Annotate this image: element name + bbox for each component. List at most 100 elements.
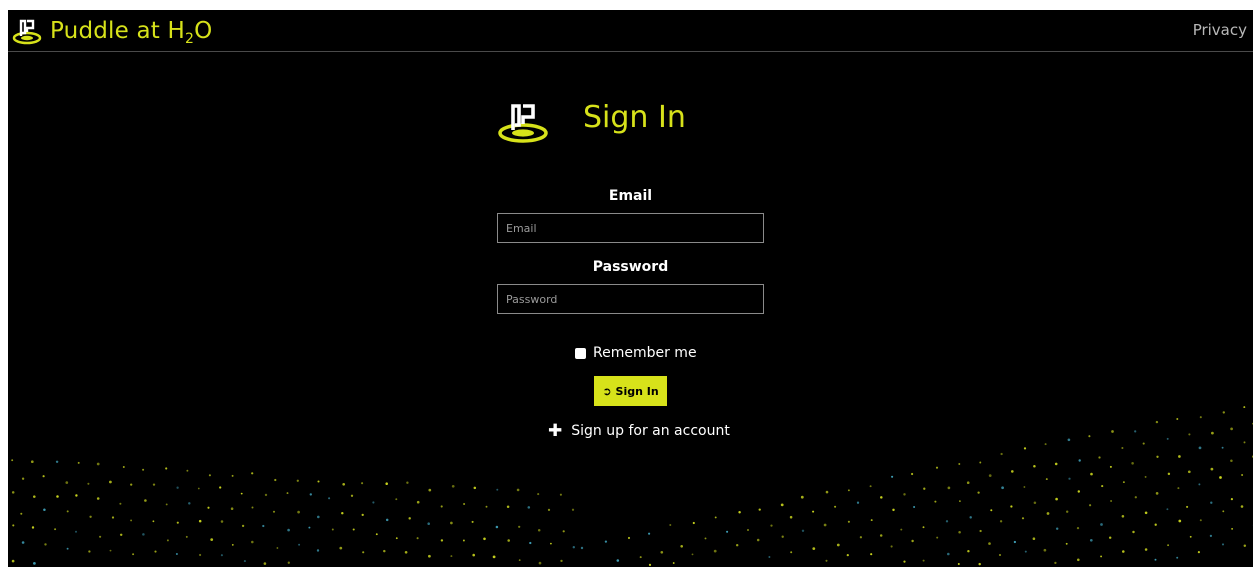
background-dot [109,549,112,552]
background-dot [472,553,475,557]
background-dot [331,528,334,531]
background-dot [20,512,23,515]
background-dot [1078,459,1081,462]
background-dot [1121,446,1124,450]
background-dot [175,552,178,556]
background-dot [801,529,805,533]
background-dot [812,547,816,550]
sign-in-button-label: Sign In [615,384,659,398]
background-dot [547,508,551,512]
background-dot [891,475,894,478]
background-dot [639,556,642,559]
background-dot [781,535,784,538]
background-dot [726,530,729,533]
background-dot [1178,519,1182,523]
background-dot [198,519,202,523]
background-dot [142,533,145,536]
background-dot [130,519,133,522]
background-dot [780,503,784,507]
background-dot [99,535,102,538]
background-dot [847,520,850,523]
background-dot [1209,534,1213,538]
background-dot [999,520,1003,523]
background-dot [1230,459,1233,462]
background-dot [1243,441,1246,444]
email-field[interactable] [497,213,764,243]
background-dot [1110,500,1113,502]
background-dot [230,507,234,510]
background-dot [572,546,575,549]
background-dot [251,472,254,475]
background-dot [735,543,739,547]
background-dot [1166,508,1169,511]
email-label: Email [608,188,653,204]
password-field[interactable] [497,284,764,314]
background-dot [660,550,664,554]
background-dot [361,513,364,517]
background-dot [11,559,15,563]
background-dot [21,477,25,480]
background-dot [75,530,77,533]
background-dot [1154,558,1157,561]
background-dot [251,540,254,544]
privacy-link[interactable]: Privacy [1193,21,1247,39]
background-dot [408,517,411,520]
background-dot [109,480,112,484]
background-dot [440,505,443,508]
background-dot [1187,470,1191,474]
background-dot [375,533,378,536]
sign-up-link[interactable]: ✚ Sign up for an account [548,421,730,441]
background-dot [372,501,375,504]
background-dot [846,553,849,557]
background-dot [1121,515,1125,518]
background-dot [385,482,388,485]
background-dot [11,491,15,494]
background-dot [998,553,1002,557]
background-dot [1178,455,1181,458]
background-dot [1090,472,1093,476]
background-dot [404,550,408,554]
background-dot [1065,542,1068,545]
background-dot [506,505,510,508]
background-dot [518,525,521,528]
background-dot [1077,490,1081,493]
brand-link[interactable]: Puddle at H2O [12,14,212,48]
background-dot [1144,475,1147,478]
background-dot [166,539,169,542]
background-dot [176,521,179,524]
background-dot [957,563,960,565]
background-dot [55,460,59,464]
background-dot [1055,527,1059,530]
background-dot [559,493,562,496]
background-dot [672,562,675,564]
background-dot [316,515,320,519]
remember-me-checkbox[interactable] [575,347,586,359]
background-dot [1044,443,1047,446]
background-dot [88,550,91,553]
background-dot [462,539,465,542]
background-dot [450,555,453,558]
background-dot [208,474,211,477]
background-dot [328,497,331,500]
background-dot [1010,470,1014,473]
background-dot [1076,526,1080,530]
sign-in-button[interactable]: ➲ Sign In [594,376,667,406]
background-dot [823,523,827,527]
background-dot [1155,420,1159,424]
background-dot [33,495,36,498]
background-dot [264,493,268,497]
plus-icon: ✚ [548,421,563,441]
background-dot [1186,505,1189,508]
background-dot [1155,492,1159,495]
background-dot [142,468,145,471]
background-dot [680,545,683,548]
background-dot [352,528,355,531]
background-dot [130,483,133,486]
background-dot [1211,431,1214,435]
background-dot [562,530,565,533]
background-dot [1221,543,1225,546]
background-dot [746,528,750,532]
background-dot [428,488,432,492]
background-dot [1066,510,1069,513]
background-dot [648,532,651,535]
